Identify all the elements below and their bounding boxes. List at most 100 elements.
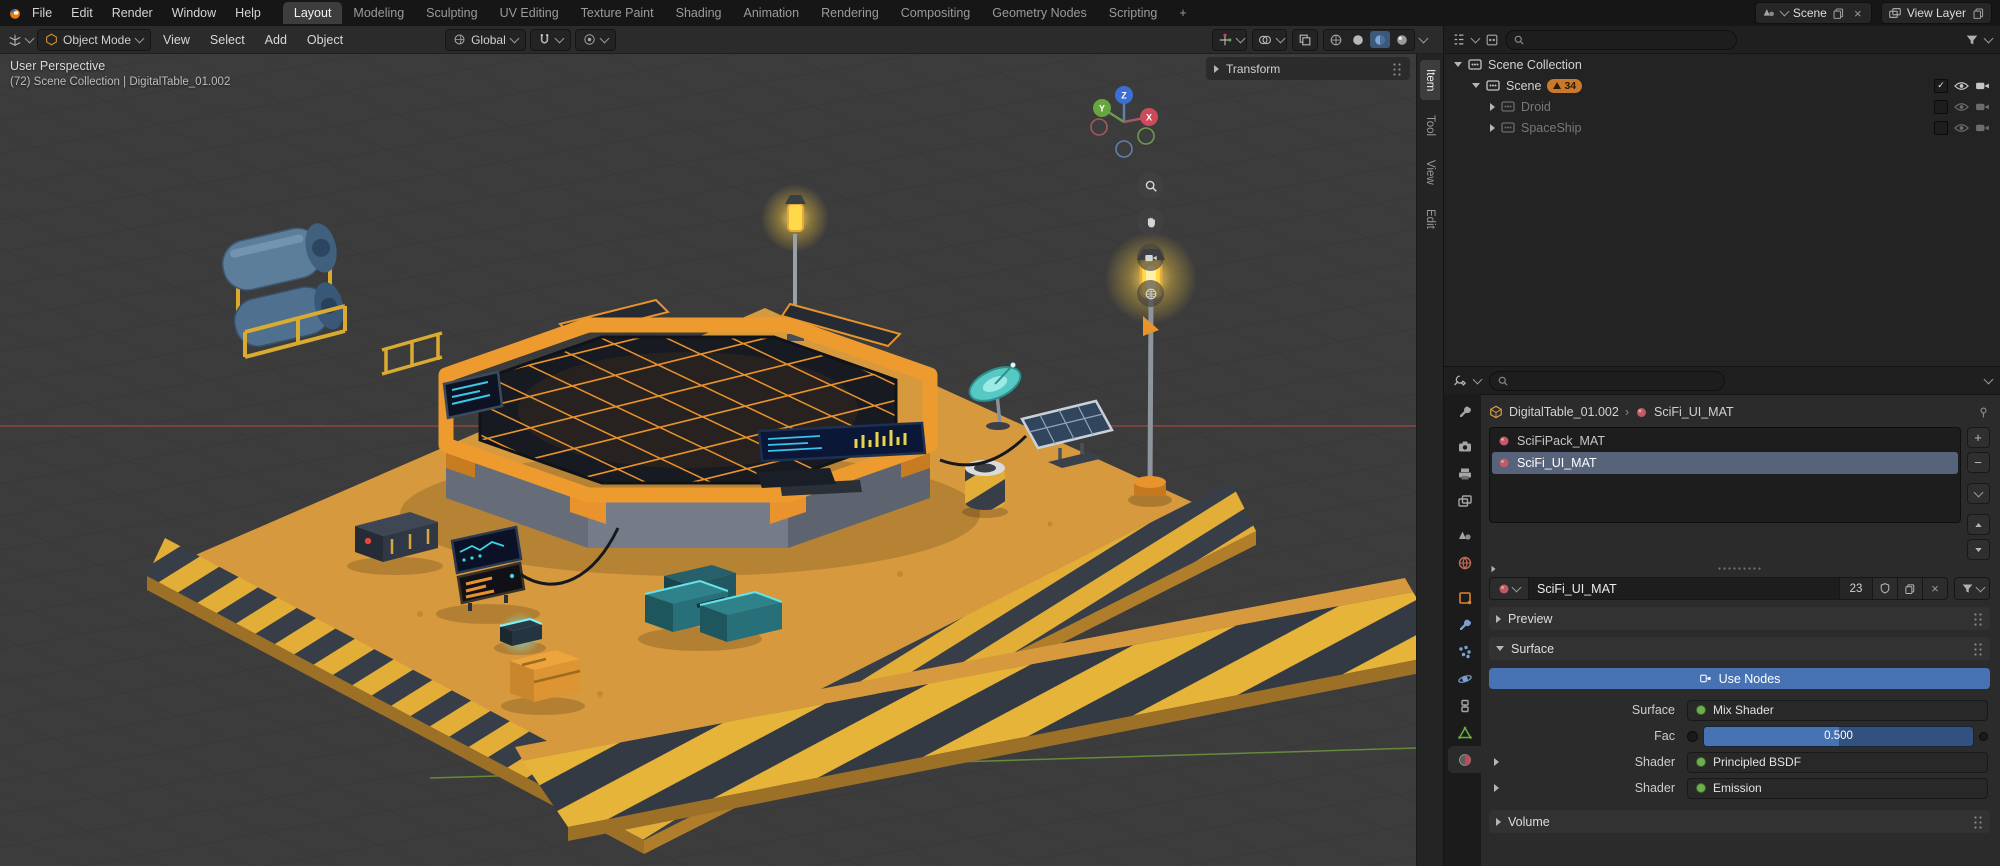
workspace-tab-compositing[interactable]: Compositing: [890, 2, 981, 24]
material-slot-row[interactable]: SciFiPack_MAT: [1492, 430, 1958, 452]
tab-output[interactable]: [1448, 460, 1481, 487]
surface-section-header[interactable]: Surface: [1489, 637, 1990, 660]
hide-eye-icon[interactable]: [1954, 123, 1969, 133]
workspace-tab-texture-paint[interactable]: Texture Paint: [570, 2, 665, 24]
tab-object-data[interactable]: [1448, 719, 1481, 746]
collection-checkbox[interactable]: [1934, 121, 1948, 135]
tab-particles[interactable]: [1448, 638, 1481, 665]
tab-scene[interactable]: [1448, 522, 1481, 549]
expand-node-icon[interactable]: [1494, 758, 1499, 766]
snapping-control[interactable]: [530, 29, 571, 51]
table-screen-front[interactable]: [759, 423, 925, 461]
new-material-button[interactable]: [1898, 577, 1923, 600]
tab-view-layer[interactable]: [1448, 487, 1481, 514]
workspace-tab-modeling[interactable]: Modeling: [342, 2, 415, 24]
outliner-row-spaceship[interactable]: SpaceShip: [1444, 117, 2000, 138]
viewport-menu-add[interactable]: Add: [257, 30, 295, 50]
menu-file[interactable]: File: [23, 3, 61, 23]
view-layer-selector[interactable]: View Layer: [1881, 2, 1992, 24]
proportional-editing-control[interactable]: [575, 29, 616, 51]
move-slot-down-button[interactable]: [1967, 539, 1990, 560]
outliner-editor-icon[interactable]: [1452, 33, 1466, 47]
outliner-row-scene[interactable]: Scene 34: [1444, 75, 2000, 96]
unlink-scene-icon[interactable]: [1851, 6, 1865, 20]
properties-search-input[interactable]: [1514, 374, 1717, 388]
workspace-tab-scripting[interactable]: Scripting: [1098, 2, 1169, 24]
shading-rendered-icon[interactable]: [1392, 31, 1412, 48]
shading-material-preview-icon[interactable]: [1370, 31, 1390, 48]
use-nodes-button[interactable]: Use Nodes: [1489, 668, 1990, 689]
breadcrumb-material[interactable]: SciFi_UI_MAT: [1654, 405, 1734, 419]
tab-render[interactable]: [1448, 433, 1481, 460]
chevron-down-icon[interactable]: [1473, 374, 1483, 384]
material-slot-row-active[interactable]: SciFi_UI_MAT: [1492, 452, 1958, 474]
viewport-menu-view[interactable]: View: [155, 30, 198, 50]
properties-editor-icon[interactable]: [1452, 374, 1466, 388]
xray-toggle[interactable]: [1292, 29, 1318, 51]
volume-section-header[interactable]: Volume: [1489, 810, 1990, 833]
chevron-down-icon[interactable]: [1236, 33, 1246, 43]
workspace-tab-shading[interactable]: Shading: [665, 2, 733, 24]
add-workspace-button[interactable]: +: [1168, 2, 1197, 24]
mode-selector[interactable]: Object Mode: [37, 29, 151, 51]
shader1-select[interactable]: Principled BSDF: [1687, 752, 1988, 773]
overlays-icon[interactable]: [1255, 31, 1275, 48]
sidebar-tab-edit[interactable]: Edit: [1420, 200, 1440, 238]
new-view-layer-icon[interactable]: [1971, 6, 1985, 20]
sidebar-tab-item[interactable]: Item: [1420, 60, 1440, 100]
tab-modifiers[interactable]: [1448, 611, 1481, 638]
hazard-barrel[interactable]: [962, 460, 1008, 518]
shading-solid-icon[interactable]: [1348, 31, 1368, 48]
menu-edit[interactable]: Edit: [62, 3, 102, 23]
breadcrumb-object[interactable]: DigitalTable_01.002: [1509, 405, 1619, 419]
chevron-down-icon[interactable]: [1419, 33, 1429, 43]
disable-render-camera-icon[interactable]: [1975, 122, 1990, 133]
viewport-canvas[interactable]: User Perspective (72) Scene Collection |…: [0, 54, 1416, 866]
menu-help[interactable]: Help: [226, 3, 270, 23]
workspace-tab-geometry-nodes[interactable]: Geometry Nodes: [981, 2, 1097, 24]
outliner-search-input[interactable]: [1530, 33, 1729, 47]
viewport-menu-object[interactable]: Object: [299, 30, 351, 50]
add-slot-button[interactable]: [1967, 427, 1990, 448]
collection-checkbox[interactable]: [1934, 100, 1948, 114]
pan-button[interactable]: [1137, 208, 1164, 235]
disclosure-icon[interactable]: [1472, 83, 1480, 88]
workspace-tab-uv-editing[interactable]: UV Editing: [489, 2, 570, 24]
material-filter-button[interactable]: [1954, 577, 1990, 600]
outliner-row-droid[interactable]: Droid: [1444, 96, 2000, 117]
expand-node-icon[interactable]: [1494, 784, 1499, 792]
workspace-tab-rendering[interactable]: Rendering: [810, 2, 890, 24]
outliner-search[interactable]: [1505, 30, 1737, 50]
collection-checkbox[interactable]: [1934, 79, 1948, 93]
tab-material[interactable]: [1448, 746, 1481, 773]
unlink-material-button[interactable]: [1923, 577, 1948, 600]
tab-physics[interactable]: [1448, 665, 1481, 692]
sidebar-tab-view[interactable]: View: [1420, 151, 1440, 194]
chevron-down-icon[interactable]: [1984, 33, 1994, 43]
filter-funnel-icon[interactable]: [1965, 33, 1979, 47]
properties-search[interactable]: [1489, 371, 1725, 391]
camera-view-button[interactable]: [1137, 244, 1164, 271]
chevron-down-icon[interactable]: [1984, 374, 1994, 384]
list-resize-grip[interactable]: [1489, 562, 1990, 575]
workspace-tab-layout[interactable]: Layout: [283, 2, 343, 24]
viewport-menu-select[interactable]: Select: [202, 30, 253, 50]
show-gizmo-icon[interactable]: [1215, 31, 1235, 48]
fac-slider[interactable]: 0.500: [1703, 726, 1974, 747]
navigation-gizmo[interactable]: Z Y X: [1080, 78, 1168, 166]
editor-type-icon[interactable]: [8, 33, 22, 47]
gizmo-x-negative[interactable]: [1091, 119, 1107, 135]
material-slot-list[interactable]: SciFiPack_MAT SciFi_UI_MAT: [1489, 427, 1961, 523]
scene-selector[interactable]: Scene: [1755, 2, 1872, 24]
transform-panel-header[interactable]: Transform: [1206, 57, 1410, 80]
menu-render[interactable]: Render: [103, 3, 162, 23]
sidebar-tab-tool[interactable]: Tool: [1420, 106, 1440, 145]
outliner-row-scene-collection[interactable]: Scene Collection: [1444, 54, 2000, 75]
disable-render-camera-icon[interactable]: [1975, 101, 1990, 112]
disclosure-icon[interactable]: [1490, 103, 1495, 111]
tab-constraints[interactable]: [1448, 692, 1481, 719]
tab-tool[interactable]: [1448, 398, 1481, 425]
tab-object[interactable]: [1448, 584, 1481, 611]
new-scene-icon[interactable]: [1832, 6, 1846, 20]
remove-slot-button[interactable]: [1967, 452, 1990, 473]
